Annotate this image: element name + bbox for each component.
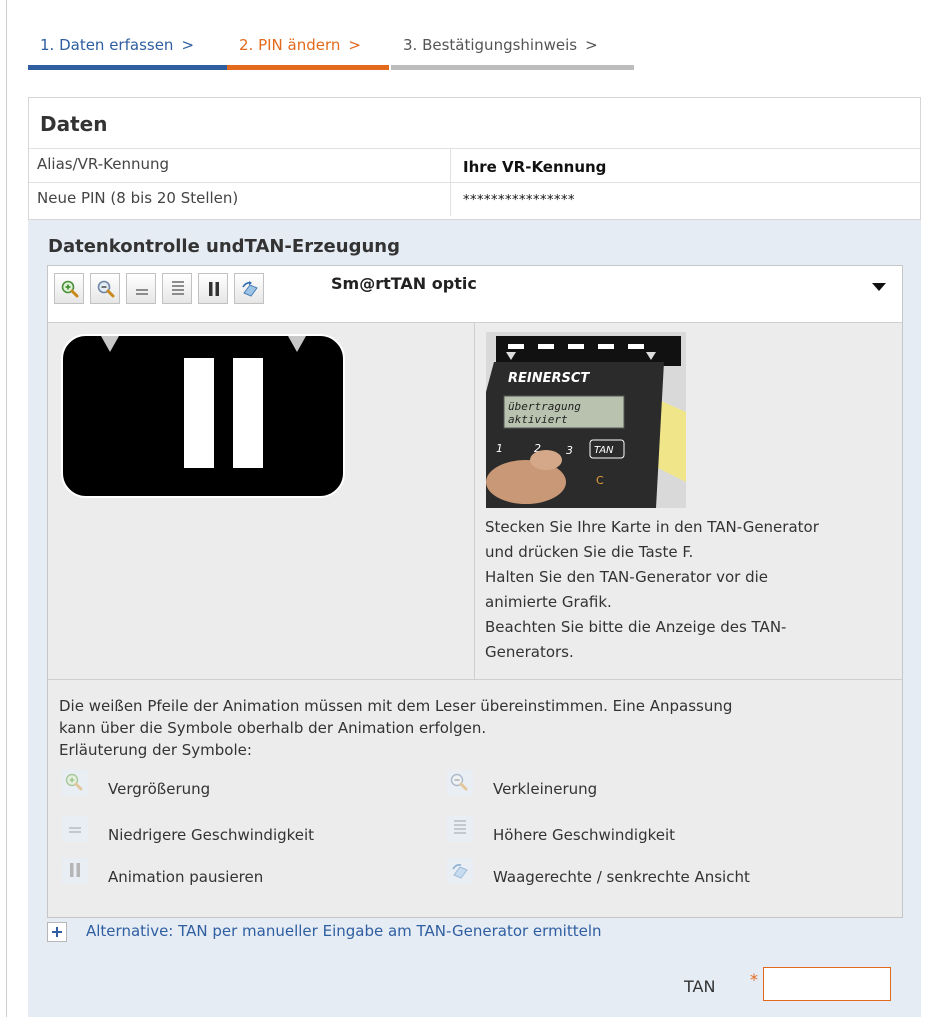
- zoom-out-icon: [97, 280, 115, 298]
- faster-button[interactable]: [162, 273, 192, 304]
- svg-text:REINERSCT: REINERSCT: [508, 371, 590, 386]
- chevron-down-icon: [872, 283, 886, 291]
- expand-alternative-button[interactable]: [47, 922, 67, 942]
- tan-section-title: Datenkontrolle undTAN-Erzeugung: [48, 236, 400, 257]
- row-value-masked: ****************: [463, 193, 575, 208]
- animation-note: Die weißen Pfeile der Animation müssen m…: [59, 695, 889, 761]
- step-separator: >: [348, 36, 361, 54]
- legend-label: Verkleinerung: [493, 780, 598, 798]
- svg-text:TAN: TAN: [594, 445, 614, 456]
- instruction-line: Beachten Sie bitte die Anzeige des TAN-: [485, 618, 787, 636]
- legend-label: Animation pausieren: [108, 868, 264, 886]
- svg-text:C: C: [596, 474, 604, 487]
- required-marker: *: [750, 970, 758, 989]
- daten-panel: Daten Alias/VR-Kennung Ihre VR-Kennung N…: [28, 97, 921, 220]
- symbol-explanation: Die weißen Pfeile der Animation müssen m…: [48, 679, 902, 917]
- tan-method-dropdown[interactable]: [866, 274, 892, 300]
- zoom-in-button[interactable]: [54, 273, 84, 304]
- alternative-tan-link[interactable]: Alternative: TAN per manueller Eingabe a…: [86, 922, 602, 940]
- instruction-line: und drücken Sie die Taste F.: [485, 543, 694, 561]
- page-left-border: [6, 0, 7, 1017]
- step-label: 3. Bestätigungshinweis: [403, 36, 578, 54]
- row-label: Neue PIN (8 bis 20 Stellen): [37, 189, 239, 207]
- zoom-in-icon: [61, 280, 79, 298]
- step-daten-erfassen[interactable]: 1. Daten erfassen >: [28, 36, 227, 70]
- pause-button[interactable]: [198, 273, 228, 304]
- tan-method-label: Sm@rtTAN optic: [331, 274, 477, 293]
- step-label: 1. Daten erfassen: [40, 36, 174, 54]
- legend-label: Vergrößerung: [108, 780, 211, 798]
- rotate-view-button[interactable]: [234, 273, 264, 304]
- daten-title: Daten: [40, 112, 108, 136]
- step-separator: >: [181, 36, 195, 54]
- note-line: kann über die Symbole oberhalb der Anima…: [59, 719, 487, 737]
- plus-icon: [52, 927, 62, 937]
- legend-label: Waagerechte / senkrechte Ansicht: [493, 868, 750, 886]
- rotate-view-icon: [447, 858, 473, 884]
- instructions-text: Stecken Sie Ihre Karte in den TAN-Genera…: [485, 515, 895, 665]
- pause-icon: [62, 858, 88, 884]
- instruction-line: animierte Grafik.: [485, 593, 612, 611]
- svg-text:3: 3: [566, 444, 573, 457]
- instruction-line: Stecken Sie Ihre Karte in den TAN-Genera…: [485, 518, 819, 536]
- rotate-view-icon: [242, 281, 258, 297]
- step-label: 2. PIN ändern: [239, 36, 341, 54]
- svg-text:übertragung: übertragung: [508, 400, 581, 413]
- instruction-line: Halten Sie den TAN-Generator vor die: [485, 568, 769, 586]
- step-bar: [227, 65, 389, 70]
- zoom-out-button[interactable]: [90, 273, 120, 304]
- instructions-cell: REINERSCT übertragung aktiviert 1 2 3 TA…: [475, 322, 902, 679]
- slower-button[interactable]: [126, 273, 156, 304]
- flicker-animation-cell: [48, 322, 475, 679]
- tan-toolbar: Sm@rtTAN optic: [48, 266, 902, 323]
- daten-row-alias: Alias/VR-Kennung Ihre VR-Kennung: [29, 148, 920, 182]
- legend-title: Erläuterung der Symbole:: [59, 741, 252, 759]
- tan-label: TAN: [684, 977, 716, 996]
- row-label: Alias/VR-Kennung: [37, 155, 170, 173]
- tan-input[interactable]: [763, 967, 891, 1001]
- faster-icon: [172, 281, 184, 295]
- zoom-out-icon: [447, 770, 473, 796]
- pause-icon: [209, 282, 219, 296]
- step-bar: [28, 65, 227, 70]
- svg-text:1: 1: [496, 442, 503, 455]
- step-pin-aendern[interactable]: 2. PIN ändern >: [227, 36, 389, 70]
- step-bar: [391, 65, 634, 70]
- tan-generator-image: REINERSCT übertragung aktiviert 1 2 3 TA…: [486, 332, 686, 508]
- flicker-code-graphic: [61, 334, 345, 498]
- slower-icon: [62, 816, 88, 842]
- legend-label: Höhere Geschwindigkeit: [493, 826, 676, 844]
- slower-icon: [136, 289, 148, 295]
- faster-icon: [447, 816, 473, 842]
- note-line: Die weißen Pfeile der Animation müssen m…: [59, 697, 733, 715]
- step-separator: >: [585, 36, 598, 54]
- instruction-line: Generators.: [485, 643, 574, 661]
- tan-generator-box: Sm@rtTAN optic REINERSCT übertragung akt…: [47, 265, 903, 918]
- svg-text:aktiviert: aktiviert: [508, 413, 568, 426]
- daten-row-pin: Neue PIN (8 bis 20 Stellen) ************…: [29, 182, 920, 216]
- step-bestaetigungshinweis: 3. Bestätigungshinweis >: [391, 36, 634, 70]
- legend-label: Niedrigere Geschwindigkeit: [108, 826, 315, 844]
- zoom-in-icon: [62, 770, 88, 796]
- row-value: Ihre VR-Kennung: [463, 158, 607, 176]
- tan-section: Datenkontrolle undTAN-Erzeugung Sm@rtTAN…: [28, 220, 921, 1017]
